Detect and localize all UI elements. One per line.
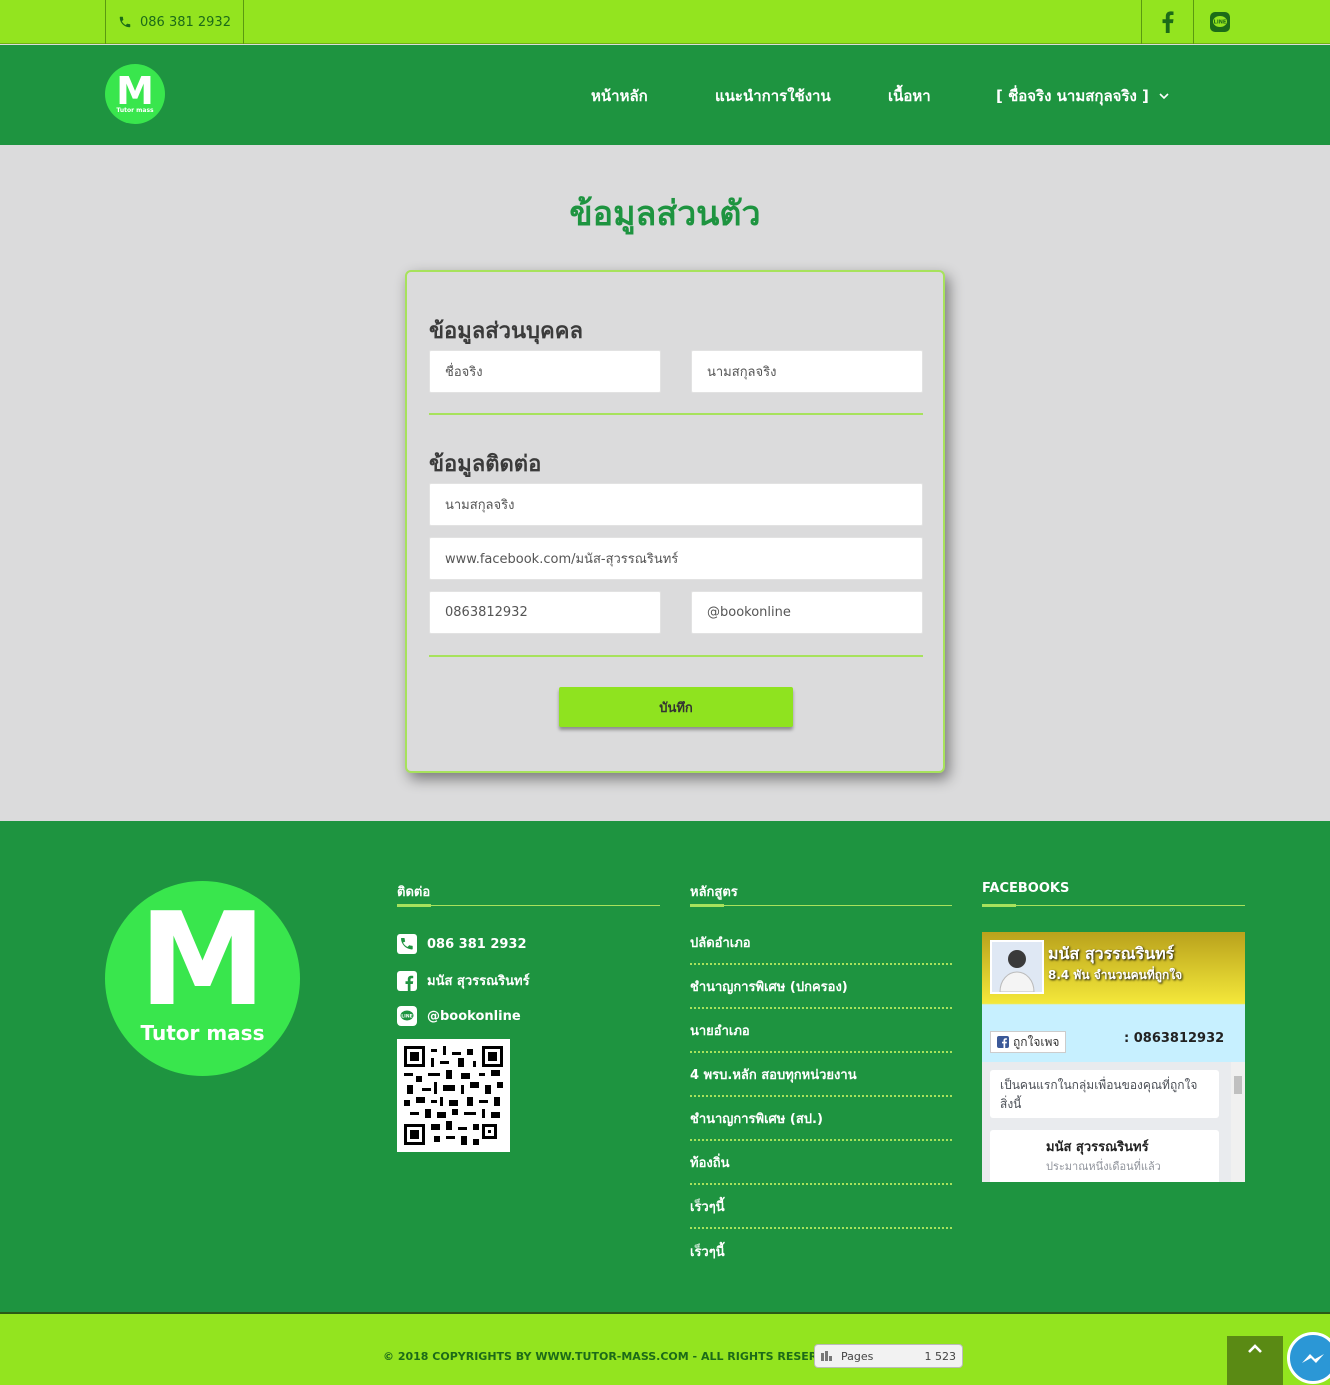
fb-like-page-button[interactable]: ถูกใจเพจ <box>990 1031 1067 1053</box>
logo-letter: M <box>116 68 154 113</box>
nav-user-menu[interactable]: [ ชื่อจริง นามสกุลจริง ] <box>996 85 1169 107</box>
facebook-icon <box>1162 11 1173 33</box>
topbar-phone[interactable]: 086 381 2932 <box>105 0 244 44</box>
fb-like-count: 8.4 พัน จำนวนคนที่ถูกใจ <box>1048 968 1183 982</box>
fb-friends-notice: เป็นคนแรกในกลุ่มเพื่อนของคุณที่ถูกใจสิ่ง… <box>990 1070 1219 1118</box>
nav-home[interactable]: หน้าหลัก <box>591 85 648 107</box>
contact-info-heading: ข้อมูลติดต่อ <box>429 452 542 477</box>
logo-text: Tutor mass <box>116 106 154 114</box>
facebook-icon <box>997 1036 1009 1048</box>
facebook-square-icon <box>397 970 417 991</box>
footer: M Tutor mass ติดต่อ 086 381 2932 มนัส สุ… <box>0 821 1330 1312</box>
section-divider <box>429 655 923 657</box>
phone-square-icon <box>397 934 417 954</box>
top-bar: 086 381 2932 LINE <box>0 0 1330 44</box>
course-link[interactable]: เร็วๆนี้ <box>690 1185 952 1229</box>
chevron-down-icon <box>1159 93 1169 100</box>
footer-facebook-heading: FACEBOOKS <box>982 881 1070 896</box>
save-button[interactable]: บันทึก <box>559 687 793 727</box>
site-logo[interactable]: M Tutor mass <box>105 64 165 124</box>
footer-phone-link[interactable]: 086 381 2932 <box>397 934 527 954</box>
messenger-chat-button[interactable] <box>1287 1332 1330 1384</box>
phone-icon <box>119 16 131 28</box>
course-link[interactable]: ชำนาญการพิเศษ (สป.) <box>690 1097 952 1141</box>
bottom-bar: © 2018 COPYRIGHTS BY WWW.TUTOR-MASS.COM … <box>0 1312 1330 1385</box>
facebook-page-widget[interactable]: มนัส สุวรรณรินทร์ 8.4 พัน จำนวนคนที่ถูกใ… <box>982 932 1245 1182</box>
qr-code-icon <box>404 1046 503 1145</box>
course-link[interactable]: เร็วๆนี้ <box>690 1229 952 1273</box>
footer-contact-rule <box>397 904 660 907</box>
first-name-input[interactable]: ชื่อจริง <box>429 350 661 393</box>
phone-input[interactable]: 0863812932 <box>429 591 661 634</box>
contact-name-input[interactable]: นามสกุลจริง <box>429 483 923 526</box>
fb-scrollbar[interactable] <box>1231 1062 1245 1182</box>
chevron-up-icon <box>1248 1344 1262 1353</box>
section-divider <box>429 413 923 415</box>
svg-text:LINE: LINE <box>401 1013 412 1019</box>
footer-courses-rule <box>690 904 952 907</box>
course-link[interactable]: ปลัดอำเภอ <box>690 921 952 965</box>
copyright-text: © 2018 COPYRIGHTS BY WWW.TUTOR-MASS.COM … <box>383 1350 847 1363</box>
topbar-line-link[interactable]: LINE <box>1193 0 1245 44</box>
nav-user-name: [ ชื่อจริง นามสกุลจริง ] <box>996 87 1149 105</box>
last-name-input[interactable]: นามสกุลจริง <box>691 350 923 393</box>
topbar-facebook-link[interactable] <box>1141 0 1193 44</box>
counter-value: 1 523 <box>924 1349 957 1363</box>
facebook-input[interactable]: www.facebook.com/มนัส-สุวรรณรินทร์ <box>429 537 923 580</box>
line-qr-code <box>397 1039 510 1152</box>
messenger-icon <box>1302 1354 1324 1363</box>
footer-line-text: @bookonline <box>427 1008 521 1024</box>
footer-phone-text: 086 381 2932 <box>427 936 527 952</box>
profile-form-card: ข้อมูลส่วนบุคคล ชื่อจริง นามสกุลจริง ข้อ… <box>405 270 945 773</box>
line-icon: LINE <box>397 1006 417 1026</box>
footer-logo-letter: M <box>138 886 267 1035</box>
person-icon <box>999 950 1035 993</box>
course-link[interactable]: ท้องถิ่น <box>690 1141 952 1185</box>
page-view-counter: Pages 1 523 <box>814 1344 963 1368</box>
course-link[interactable]: 4 พรบ.หลัก สอบทุกหน่วยงาน <box>690 1053 952 1097</box>
fb-scrollbar-thumb[interactable] <box>1234 1076 1242 1094</box>
line-id-input[interactable]: @bookonline <box>691 591 923 634</box>
fb-timeline: เป็นคนแรกในกลุ่มเพื่อนของคุณที่ถูกใจสิ่ง… <box>982 1062 1245 1182</box>
personal-info-heading: ข้อมูลส่วนบุคคล <box>429 319 583 344</box>
line-icon: LINE <box>1209 12 1230 32</box>
footer-facebook-text: มนัส สุวรรณรินทร์ <box>427 974 530 989</box>
course-link[interactable]: นายอำเภอ <box>690 1009 952 1053</box>
footer-line-link[interactable]: LINE @bookonline <box>397 1006 521 1026</box>
footer-courses-heading: หลักสูตร <box>690 885 738 900</box>
fb-post-author[interactable]: มนัส สุวรรณรินทร์ <box>1000 1136 1209 1157</box>
footer-contact-heading: ติดต่อ <box>397 885 431 900</box>
fb-like-page-label: ถูกใจเพจ <box>1013 1034 1060 1049</box>
fb-page-name[interactable]: มนัส สุวรรณรินทร์ <box>1048 942 1174 967</box>
back-to-top-button[interactable] <box>1227 1336 1283 1385</box>
footer-logo-text: Tutor mass <box>140 1021 265 1045</box>
fb-avatar[interactable] <box>990 940 1044 994</box>
bar-chart-icon <box>821 1351 832 1361</box>
page-title: ข้อมูลส่วนตัว <box>569 194 761 234</box>
nav-content[interactable]: เนื้อหา <box>888 85 931 107</box>
main-header: M Tutor mass หน้าหลัก แนะนำการใช้งาน เนื… <box>0 45 1330 145</box>
nav-guide[interactable]: แนะนำการใช้งาน <box>715 85 831 107</box>
footer-facebook-rule <box>982 904 1245 907</box>
fb-post[interactable]: มนัส สุวรรณรินทร์ ประมาณหนึ่งเดือนที่แล้… <box>990 1130 1219 1182</box>
footer-facebook-link[interactable]: มนัส สุวรรณรินทร์ <box>397 970 530 991</box>
fb-banner-phone: : 0863812932 <box>1124 1031 1225 1046</box>
topbar-phone-text: 086 381 2932 <box>140 14 231 30</box>
footer-logo[interactable]: M Tutor mass <box>105 881 300 1076</box>
counter-label: Pages <box>841 1349 874 1363</box>
course-link[interactable]: ชำนาญการพิเศษ (ปกครอง) <box>690 965 952 1009</box>
svg-text:LINE: LINE <box>1213 20 1226 26</box>
fb-post-time: ประมาณหนึ่งเดือนที่แล้ว <box>1046 1160 1161 1173</box>
